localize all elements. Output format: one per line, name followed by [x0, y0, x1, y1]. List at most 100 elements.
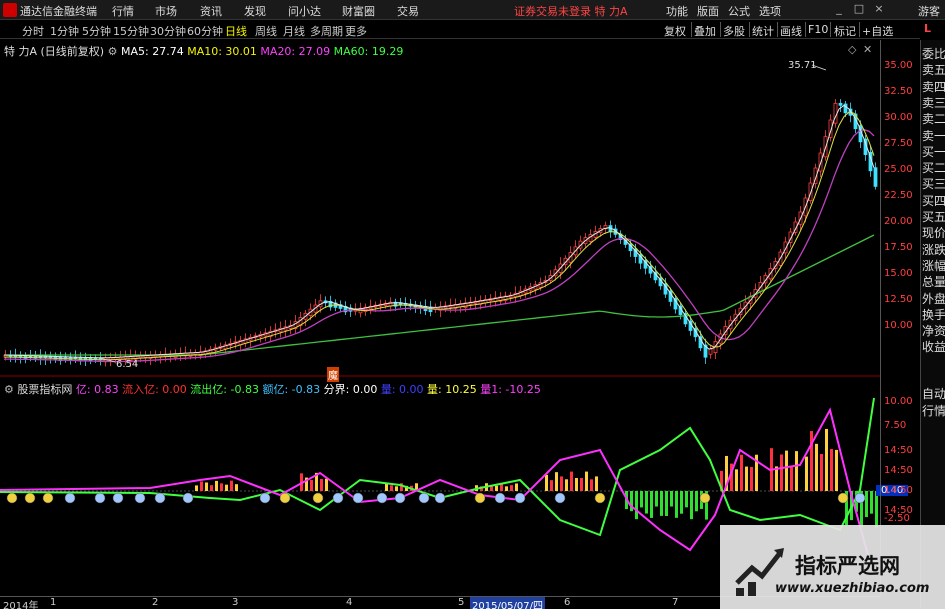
candle	[873, 167, 878, 187]
price-tick-label: 22.50	[884, 190, 913, 201]
flow-bar	[320, 479, 323, 491]
flow-bar	[590, 479, 593, 491]
date-month-1: 1	[50, 597, 57, 608]
sidebar-item[interactable]: 现价	[922, 225, 945, 241]
restore-rights-button[interactable]: 复权	[664, 23, 686, 39]
menu-trade[interactable]: 交易	[397, 3, 419, 19]
sidebar-item[interactable]: 买二	[922, 160, 945, 176]
sidebar-item[interactable]: 换手	[922, 307, 945, 323]
toolbar-divider	[720, 22, 721, 37]
period-1min[interactable]: 1分钟	[50, 23, 79, 39]
period-daily[interactable]: 日线	[225, 23, 247, 39]
sidebar-item[interactable]: 买一	[922, 144, 945, 160]
menu-market[interactable]: 市场	[155, 3, 177, 19]
draw-line-button[interactable]: 画线	[780, 23, 802, 39]
sidebar-item[interactable]: 卖二	[922, 111, 945, 127]
signal-face-icon	[6, 492, 18, 504]
period-tick[interactable]: 分时	[22, 23, 44, 39]
watermark-title: 指标严选网	[795, 554, 900, 578]
date-cursor: 2015/05/07/四	[470, 597, 546, 609]
date-month-7: 7	[672, 597, 679, 608]
sidebar-item[interactable]: 买五	[922, 209, 945, 225]
date-month-4: 4	[346, 597, 353, 608]
sidebar-item[interactable]: 买四	[922, 193, 945, 209]
toolbar-divider	[749, 22, 750, 37]
sidebar-item[interactable]: 涨幅	[922, 258, 945, 274]
signal-face-icon	[837, 492, 849, 504]
flow-bar	[595, 476, 598, 491]
menu-options[interactable]: 选项	[759, 3, 781, 19]
period-15min[interactable]: 15分钟	[113, 23, 149, 39]
menu-ask[interactable]: 问小达	[288, 3, 321, 19]
overlay-button[interactable]: 叠加	[694, 23, 716, 39]
price-tick-label: 27.50	[884, 138, 913, 149]
period-multi[interactable]: 多周期	[310, 23, 343, 39]
price-chart[interactable]: 35.71 6.54	[0, 40, 880, 377]
flow-bar	[865, 491, 868, 518]
flow-bar	[550, 480, 553, 491]
sidebar-item[interactable]: 卖五	[922, 62, 945, 78]
flow-bar	[780, 454, 783, 491]
flow-bar	[785, 450, 788, 491]
sidebar-item[interactable]: 卖四	[922, 79, 945, 95]
flow-bar	[645, 491, 648, 514]
sidebar-item[interactable]: 行情	[922, 403, 945, 419]
menu-news[interactable]: 资讯	[200, 3, 222, 19]
add-watchlist-button[interactable]: +自选	[862, 23, 893, 39]
statistics-button[interactable]: 统计	[752, 23, 774, 39]
flow-bar	[510, 485, 513, 491]
ma20-line	[4, 129, 875, 363]
flow-bar	[575, 478, 578, 491]
f10-button[interactable]: F10	[808, 23, 828, 36]
period-weekly[interactable]: 周线	[255, 23, 277, 39]
signal-face-icon	[376, 492, 388, 504]
toolbar-divider	[777, 22, 778, 37]
flow-bar	[210, 485, 213, 491]
sidebar-item[interactable]: 总量	[922, 274, 945, 290]
flow-bar	[820, 453, 823, 491]
period-5min[interactable]: 5分钟	[82, 23, 111, 39]
period-monthly[interactable]: 月线	[283, 23, 305, 39]
signal-face-icon	[699, 492, 711, 504]
menu-wealth[interactable]: 财富圈	[342, 3, 375, 19]
sidebar-item[interactable]: 卖三	[922, 95, 945, 111]
flow-bar	[635, 491, 638, 520]
minimize-button[interactable]: _	[832, 2, 846, 16]
sidebar-item[interactable]: 自动	[922, 386, 945, 402]
signal-face-icon	[854, 492, 866, 504]
flow-bar	[225, 484, 228, 491]
sidebar-item[interactable]: 委比	[922, 46, 945, 62]
signal-face-icon	[182, 492, 194, 504]
period-30min[interactable]: 30分钟	[150, 23, 186, 39]
mark-button[interactable]: 标记	[834, 23, 856, 39]
sidebar-item[interactable]: 外盘	[922, 291, 945, 307]
signal-face-icon	[554, 492, 566, 504]
watermark-url: www.xuezhibiao.com	[775, 581, 930, 596]
toolbar-divider	[691, 22, 692, 37]
signal-face-icon	[352, 492, 364, 504]
menu-layout[interactable]: 版面	[697, 3, 719, 19]
signal-face-icon	[514, 492, 526, 504]
menu-discover[interactable]: 发现	[244, 3, 266, 19]
maximize-button[interactable]: □	[852, 2, 866, 16]
sidebar-item[interactable]: 净资	[922, 323, 945, 339]
menu-formula[interactable]: 公式	[728, 3, 750, 19]
menu-function[interactable]: 功能	[666, 3, 688, 19]
close-button[interactable]: ×	[872, 2, 886, 16]
sidebar-item[interactable]: 收益	[922, 339, 945, 355]
multi-stock-button[interactable]: 多股	[723, 23, 745, 39]
price-tick-label: 25.00	[884, 164, 913, 175]
date-month-6: 6	[564, 597, 571, 608]
period-60min[interactable]: 60分钟	[187, 23, 223, 39]
sidebar-item[interactable]: 卖一	[922, 128, 945, 144]
period-more[interactable]: 更多	[345, 23, 367, 39]
signal-face-icon	[24, 492, 36, 504]
menu-quotes[interactable]: 行情	[112, 3, 134, 19]
toolbar-divider	[830, 22, 831, 37]
sidebar-item[interactable]: 涨跌	[922, 242, 945, 258]
guest-label[interactable]: 游客	[918, 3, 940, 19]
flow-bar	[195, 485, 198, 491]
sidebar-item[interactable]: 买三	[922, 176, 945, 192]
candle	[838, 102, 843, 106]
date-month-2: 2	[152, 597, 159, 608]
